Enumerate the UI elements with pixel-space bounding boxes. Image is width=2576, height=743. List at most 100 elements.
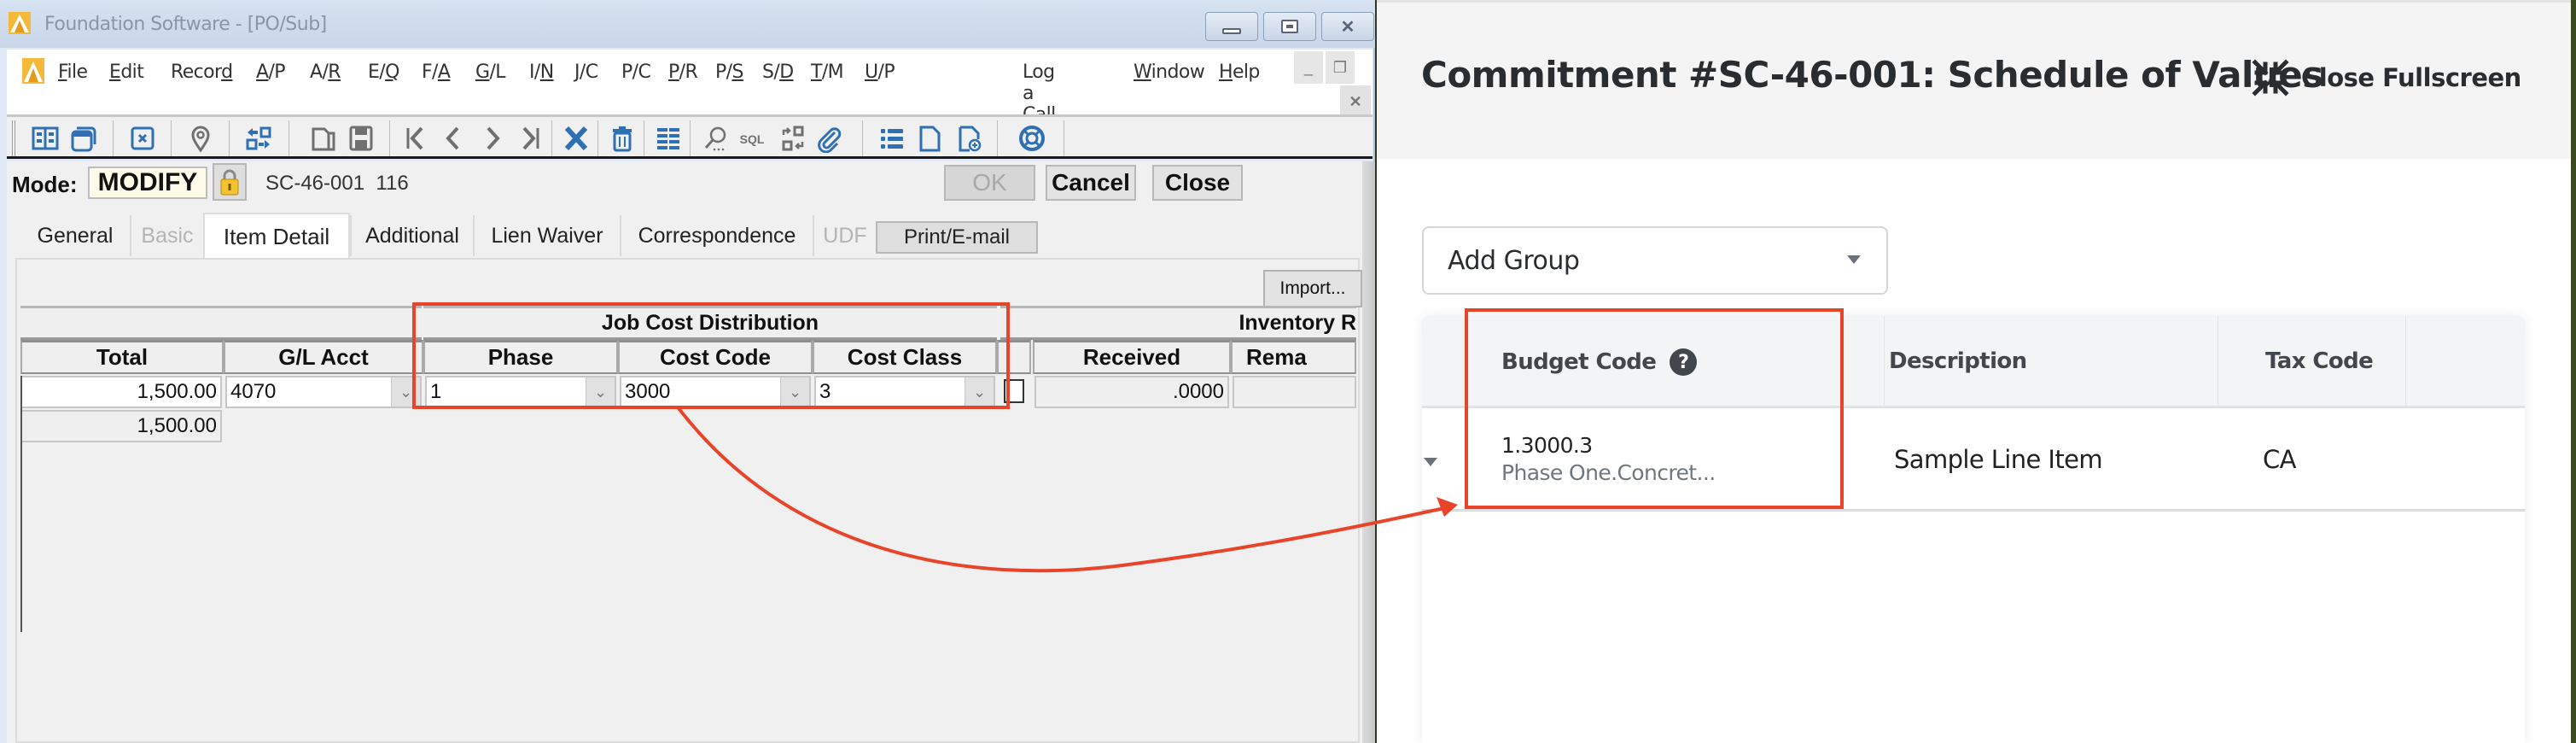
help-icon[interactable]: ? xyxy=(1670,348,1698,376)
save-icon[interactable] xyxy=(347,124,376,153)
mdi-restore-button[interactable]: ❐ xyxy=(1326,51,1355,84)
menu-edit[interactable]: Edit xyxy=(109,61,144,83)
attachment-icon[interactable] xyxy=(814,124,843,153)
group-header-inventory: Inventory R xyxy=(1000,306,1356,340)
phase-value: 1 xyxy=(430,380,442,403)
chevron-down-icon[interactable]: ⌄ xyxy=(780,377,809,407)
tab-lien-waiver[interactable]: Lien Waiver xyxy=(473,215,620,256)
chevron-down-icon[interactable]: ⌄ xyxy=(965,377,994,407)
menu-t-m[interactable]: T/M xyxy=(811,61,844,83)
column-divider[interactable] xyxy=(2405,316,2406,408)
lock-button[interactable] xyxy=(213,163,247,201)
windows-icon[interactable] xyxy=(68,124,97,153)
total-cell[interactable]: 1,500.00 xyxy=(20,376,222,408)
table-row[interactable]: 1.3000.3 Phase One.Concret... Sample Lin… xyxy=(1422,411,2525,512)
location-pin-icon[interactable] xyxy=(186,124,215,153)
column-header-total[interactable]: Total xyxy=(20,340,224,374)
close-fullscreen-button[interactable]: Close Fullscreen xyxy=(2252,59,2521,97)
menu-j-c[interactable]: J/C xyxy=(574,61,598,83)
close-record-icon[interactable] xyxy=(128,124,157,153)
phase-dropdown[interactable]: 1 ⌄ xyxy=(425,376,616,408)
new-folder-icon[interactable] xyxy=(309,124,338,153)
menu-a-r[interactable]: A/R xyxy=(310,61,341,83)
grid-view-icon[interactable] xyxy=(654,124,683,153)
add-document-icon[interactable] xyxy=(954,124,983,153)
delete-x-icon[interactable] xyxy=(562,124,591,153)
column-divider[interactable] xyxy=(1884,316,1885,408)
chevron-down-icon[interactable]: ⌄ xyxy=(586,377,615,407)
search-icon[interactable] xyxy=(702,124,731,153)
toolbar-separator xyxy=(229,120,230,156)
menu-window[interactable]: Window xyxy=(1134,61,1205,83)
sov-table-header: Budget Code ? Description Tax Code xyxy=(1422,316,2525,408)
toolbar-grip[interactable] xyxy=(12,120,15,156)
help-lifebuoy-icon[interactable] xyxy=(1017,124,1046,153)
mdi-minimize-button[interactable]: _ xyxy=(1294,51,1323,84)
window-title: Foundation Software - [PO/Sub] xyxy=(44,14,327,35)
menu-p-r[interactable]: P/R xyxy=(668,61,698,83)
gl-acct-dropdown[interactable]: 4070 ⌄ xyxy=(225,376,422,408)
tab-correspondence[interactable]: Correspondence xyxy=(620,215,813,256)
print-email-button[interactable]: Print/E-mail xyxy=(876,221,1038,254)
close-button[interactable]: Close xyxy=(1152,165,1243,201)
menu-p-c[interactable]: P/C xyxy=(621,61,651,83)
menu-s-d[interactable]: S/D xyxy=(762,61,794,83)
menu-i-n[interactable]: I/N xyxy=(529,61,554,83)
transfer-icon[interactable] xyxy=(244,124,273,153)
minimize-window-button[interactable] xyxy=(1205,12,1258,41)
menu-a-p[interactable]: A/P xyxy=(256,61,286,83)
minimize-icon xyxy=(1222,27,1241,34)
expand-row-caret-icon[interactable] xyxy=(1424,458,1437,466)
cost-code-dropdown[interactable]: 3000 ⌄ xyxy=(620,376,811,408)
menu-help[interactable]: Help xyxy=(1219,61,1260,83)
cost-class-dropdown[interactable]: 3 ⌄ xyxy=(814,376,995,408)
column-header-budget-code[interactable]: Budget Code ? xyxy=(1501,348,1698,376)
previous-record-icon[interactable] xyxy=(439,124,468,153)
menu-file[interactable]: File xyxy=(58,61,88,83)
trash-icon[interactable] xyxy=(608,124,637,153)
add-group-dropdown[interactable]: Add Group xyxy=(1422,226,1888,295)
toolbar-separator xyxy=(171,120,172,156)
column-header-cost-class[interactable]: Cost Class xyxy=(813,340,997,374)
ok-button[interactable]: OK xyxy=(944,165,1035,201)
mdi-close-button[interactable]: ✕ xyxy=(1340,85,1371,118)
sql-icon[interactable]: SQL xyxy=(737,124,766,153)
menu-p-s[interactable]: P/S xyxy=(715,61,743,83)
next-record-icon[interactable] xyxy=(478,124,507,153)
cancel-button[interactable]: Cancel xyxy=(1046,165,1136,201)
column-header-description[interactable]: Description xyxy=(1889,348,2027,374)
column-header-phase[interactable]: Phase xyxy=(423,340,618,374)
document-icon[interactable] xyxy=(915,124,944,153)
list-icon[interactable] xyxy=(877,124,906,153)
tab-additional[interactable]: Additional xyxy=(350,215,473,256)
row-checkbox[interactable] xyxy=(1004,379,1024,403)
toolbar: SQL xyxy=(7,114,1373,159)
import-label: Import... xyxy=(1279,278,1346,298)
swap-icon[interactable] xyxy=(778,124,807,153)
last-record-icon[interactable] xyxy=(516,124,545,153)
sov-table: Budget Code ? Description Tax Code 1.300… xyxy=(1422,316,2525,743)
maximize-window-button[interactable] xyxy=(1263,12,1316,41)
first-record-icon[interactable] xyxy=(401,124,430,153)
chevron-down-icon[interactable]: ⌄ xyxy=(391,377,420,407)
column-header-gl-acct[interactable]: G/L Acct xyxy=(224,340,423,374)
tab-general[interactable]: General xyxy=(20,215,130,256)
column-header-cost-code[interactable]: Cost Code xyxy=(618,340,813,374)
cost-code-value: 3000 xyxy=(625,380,671,403)
toolbar-separator xyxy=(288,120,289,156)
tab-item-detail[interactable]: Item Detail xyxy=(203,213,350,259)
caret-down-icon xyxy=(1847,255,1861,264)
import-button[interactable]: Import... xyxy=(1263,270,1362,307)
column-header-remaining[interactable]: Rema xyxy=(1231,340,1356,374)
menu-u-p[interactable]: U/P xyxy=(865,61,895,83)
menu-record[interactable]: Record xyxy=(171,61,233,83)
schedule-of-values-page: Commitment #SC-46-001: Schedule of Value… xyxy=(1377,0,2571,743)
column-header-received[interactable]: Received xyxy=(1033,340,1231,374)
book-icon[interactable] xyxy=(31,124,60,153)
menu-e-q[interactable]: E/Q xyxy=(368,61,399,83)
column-header-tax-code[interactable]: Tax Code xyxy=(2265,348,2374,374)
menu-f-a[interactable]: F/A xyxy=(422,61,451,83)
menu-g-l[interactable]: G/L xyxy=(475,61,506,83)
close-window-button[interactable]: ✕ xyxy=(1321,12,1374,41)
received-cell: .0000 xyxy=(1034,376,1229,408)
